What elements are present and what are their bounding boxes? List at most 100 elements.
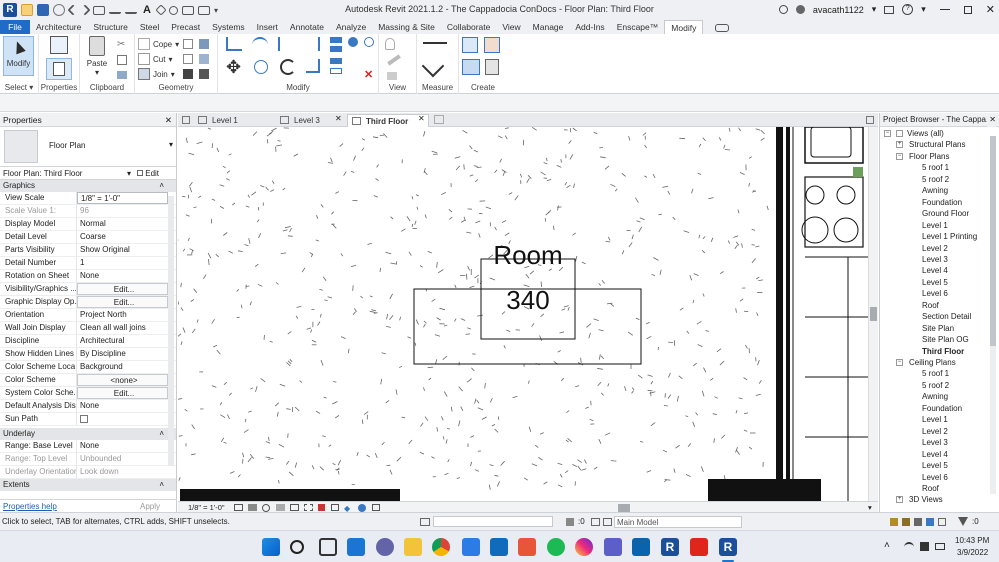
select-pinned-icon[interactable]: [914, 518, 922, 526]
pin-icon[interactable]: [348, 37, 358, 47]
close-hidden-icon[interactable]: [182, 5, 194, 15]
browser-floor-plan-item[interactable]: Level 6: [922, 288, 948, 299]
3d-view-icon[interactable]: [155, 4, 167, 16]
browser-ceiling-plan-item[interactable]: 5 roof 2: [922, 380, 949, 391]
tab-insert[interactable]: Insert: [251, 20, 284, 34]
offset-icon[interactable]: [252, 37, 268, 51]
tab-steel[interactable]: Steel: [134, 20, 165, 34]
teams-chat-icon[interactable]: [376, 538, 394, 556]
tab-add-ins[interactable]: Add-Ins: [569, 20, 610, 34]
revit-active-taskbar-icon[interactable]: R: [719, 538, 737, 556]
print-icon[interactable]: [93, 5, 105, 15]
create-assembly-icon[interactable]: [462, 37, 478, 53]
text-icon[interactable]: A: [141, 4, 153, 16]
visual-style-icon[interactable]: [248, 504, 257, 511]
view-tabs-menu-icon[interactable]: [182, 116, 190, 124]
minimize-button[interactable]: [939, 9, 950, 10]
selection-filter-icon[interactable]: [566, 518, 574, 526]
paste-button[interactable]: Paste ▾: [83, 36, 111, 77]
open-icon[interactable]: [21, 4, 33, 16]
split-gap-icon[interactable]: [330, 46, 342, 52]
array-icon[interactable]: [330, 58, 342, 64]
section-icon[interactable]: [169, 5, 178, 15]
modify-button[interactable]: Modify: [3, 36, 34, 76]
chevron-up-icon[interactable]: ˄: [884, 540, 890, 551]
create-parts-icon[interactable]: [484, 37, 500, 53]
tab-architecture[interactable]: Architecture: [30, 20, 87, 34]
scale-icon[interactable]: [330, 68, 342, 74]
browser-floor-plan-item[interactable]: Level 3: [922, 254, 948, 265]
chrome-icon[interactable]: [432, 538, 450, 556]
split-icon[interactable]: [330, 37, 342, 43]
browser-ceiling-plan-item[interactable]: Roof: [922, 483, 939, 494]
tab-annotate[interactable]: Annotate: [284, 20, 330, 34]
tab-precast[interactable]: Precast: [165, 20, 206, 34]
tab-enscape[interactable]: Enscape™: [611, 20, 665, 34]
tab-collaborate[interactable]: Collaborate: [441, 20, 496, 34]
browser-floor-plan-item[interactable]: Foundation: [922, 197, 962, 208]
battery-icon[interactable]: [935, 543, 945, 550]
align-icon[interactable]: [226, 37, 242, 51]
canvas-vertical-scrollbar[interactable]: [868, 127, 878, 501]
browser-floor-plan-item[interactable]: 5 roof 1: [922, 162, 949, 173]
help-dropdown-icon[interactable]: ▾: [921, 4, 926, 15]
undo-icon[interactable]: [67, 4, 79, 16]
save-icon[interactable]: [37, 4, 49, 16]
clock-date[interactable]: 3/9/2022: [957, 548, 988, 557]
main-model-field[interactable]: Main Model: [614, 516, 742, 528]
close-icon[interactable]: ✕: [987, 113, 996, 127]
room-number-label[interactable]: 340: [506, 285, 549, 315]
crop-view-icon[interactable]: [290, 504, 299, 511]
type-dropdown-icon[interactable]: ▾: [169, 140, 173, 149]
scroll-thumb[interactable]: [990, 136, 996, 346]
redo-icon[interactable]: [79, 4, 91, 16]
browser-floor-plan-item[interactable]: Site Plan: [922, 323, 954, 334]
hammer-icon[interactable]: [199, 69, 209, 79]
collapse-icon[interactable]: −: [896, 152, 903, 160]
join-button[interactable]: Join ▾: [138, 68, 175, 80]
collapse-icon[interactable]: ˄: [159, 479, 164, 491]
browser-ceiling-plan-item[interactable]: Awning: [922, 391, 948, 402]
visibility-graphics-edit-button[interactable]: Edit...: [77, 283, 168, 295]
browser-scrollbar[interactable]: [990, 136, 996, 494]
graphic-display-edit-button[interactable]: Edit...: [77, 296, 168, 308]
select-panel-label[interactable]: Select ▾: [0, 83, 38, 92]
instance-selector[interactable]: Floor Plan: Third Floor ▾ Edit Type: [0, 167, 176, 191]
floor-plan-drawing[interactable]: Room 340: [178, 127, 868, 501]
worksets-icon[interactable]: [420, 518, 430, 526]
active-workset-field[interactable]: [433, 516, 553, 527]
wall-joins-icon[interactable]: [183, 54, 193, 64]
browser-floor-plan-item[interactable]: Level 1 Printing: [922, 231, 977, 242]
tab-third-floor[interactable]: Third Floor: [347, 114, 429, 127]
browser-ceiling-plan-item[interactable]: Level 5: [922, 460, 948, 471]
browser-ceiling-plan-item[interactable]: Level 4: [922, 449, 948, 460]
dimension-icon[interactable]: [125, 6, 137, 14]
measure-icon[interactable]: [109, 6, 121, 14]
editable-only-icon[interactable]: [603, 518, 612, 526]
tabs-overflow-icon[interactable]: [866, 116, 874, 124]
extents-group[interactable]: Extents ˄: [0, 479, 176, 491]
select-by-face-icon[interactable]: [926, 518, 934, 526]
properties-scrollbar[interactable]: [168, 196, 174, 466]
detail-level-icon[interactable]: [234, 504, 243, 511]
unlocked-3d-icon[interactable]: [318, 504, 325, 511]
color-scheme-button[interactable]: <none>: [77, 374, 168, 386]
expand-icon[interactable]: +: [896, 141, 903, 149]
create-similar-icon[interactable]: [485, 59, 499, 75]
dimension-tool-icon[interactable]: [421, 54, 445, 78]
copy-icon[interactable]: [117, 55, 127, 65]
remove-paint-icon[interactable]: [199, 54, 209, 64]
chevron-down-icon[interactable]: ▾: [872, 4, 877, 15]
measure-between-icon[interactable]: [423, 42, 447, 44]
underlay-group[interactable]: Underlay ˄: [0, 428, 176, 440]
collapse-icon[interactable]: ˄: [159, 428, 164, 440]
browser-structural-plans[interactable]: Structural Plans: [909, 139, 965, 150]
browser-floor-plan-item[interactable]: Level 5: [922, 277, 948, 288]
browser-floor-plan-item[interactable]: Level 4: [922, 265, 948, 276]
type-selector[interactable]: Floor Plan ▾: [0, 127, 176, 167]
help-icon[interactable]: ?: [902, 4, 914, 15]
username[interactable]: avacath1122: [813, 5, 864, 15]
browser-floor-plan-item[interactable]: 5 roof 2: [922, 174, 949, 185]
match-properties-icon[interactable]: [117, 71, 127, 79]
revit-logo[interactable]: R: [3, 3, 17, 17]
